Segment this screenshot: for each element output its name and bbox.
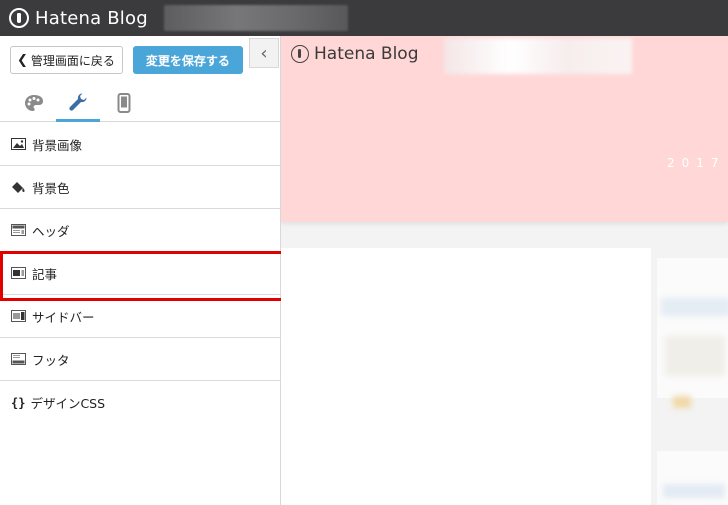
collapse-sidebar-button[interactable]: ‹ (249, 38, 279, 68)
layout-footer-icon (11, 353, 26, 365)
palette-icon (25, 95, 43, 111)
layout-sidebar-icon (11, 310, 26, 322)
blurred-preview-title (444, 38, 632, 74)
menu-item-background-color[interactable]: 背景色 (0, 166, 281, 209)
back-button-label: 管理画面に戻る (30, 53, 115, 68)
menu-item-label: 背景画像 (32, 137, 83, 153)
sidebar-actions: ❮ 管理画面に戻る 変更を保存する (10, 46, 243, 74)
preview-blog-logo[interactable]: Hatena Blog (291, 44, 419, 64)
back-to-admin-button[interactable]: ❮ 管理画面に戻る (10, 46, 123, 74)
wrench-icon (69, 92, 87, 111)
smartphone-icon (117, 93, 131, 113)
menu-item-label: ヘッダ (32, 223, 70, 239)
menu-item-footer[interactable]: フッタ (0, 338, 281, 381)
top-bar: Hatena Blog (0, 0, 728, 36)
braces-icon: {} (11, 395, 26, 410)
brand-name: Hatena Blog (35, 7, 148, 29)
tab-design[interactable] (12, 84, 56, 122)
chevron-left-icon: ‹ (260, 42, 268, 64)
menu-item-design-css[interactable]: {} デザインCSS (0, 381, 281, 424)
tab-customize[interactable] (56, 84, 100, 122)
blurred-blog-title (164, 5, 348, 31)
blurred-sidebar-text (661, 298, 728, 316)
blog-preview: Hatena Blog 2017 (281, 36, 728, 505)
menu-item-article[interactable]: 記事 (0, 251, 287, 301)
menu-item-background-image[interactable]: 背景画像 (0, 123, 281, 166)
tab-smartphone[interactable] (102, 84, 146, 122)
hatena-logo-icon (9, 8, 29, 28)
design-sidebar: ❮ 管理画面に戻る 変更を保存する ‹ 背景画像 背景色 ヘッダ 記事 サイドバ… (0, 36, 287, 505)
blurred-sidebar-text (663, 484, 725, 498)
preview-sidebar-module (657, 258, 728, 398)
menu-item-header[interactable]: ヘッダ (0, 209, 281, 252)
menu-item-label: 記事 (32, 266, 58, 282)
layout-header-icon (11, 224, 26, 236)
menu-item-label: 背景色 (32, 180, 70, 196)
hatena-logo-icon (291, 45, 309, 63)
paint-bucket-icon (12, 182, 25, 193)
chevron-left-icon: ❮ (17, 52, 28, 68)
customize-menu: 背景画像 背景色 ヘッダ 記事 サイドバー フッタ {} デザインCSS (0, 123, 287, 424)
preview-date: 2017 (667, 156, 726, 170)
preview-brand-name: Hatena Blog (314, 44, 419, 64)
preview-header: Hatena Blog 2017 (281, 36, 728, 222)
layout-article-icon (11, 267, 26, 279)
save-button-label: 変更を保存する (145, 53, 230, 68)
blurred-sidebar-text (665, 336, 725, 376)
menu-item-sidebar[interactable]: サイドバー (0, 295, 281, 338)
hatena-blog-logo[interactable]: Hatena Blog (9, 6, 148, 30)
menu-item-label: デザインCSS (30, 396, 106, 411)
blurred-sidebar-badge (673, 396, 691, 408)
image-icon (11, 138, 26, 150)
preview-article-area (281, 248, 651, 505)
menu-item-label: フッタ (32, 352, 70, 368)
sidebar-tabs (0, 84, 281, 122)
menu-item-label: サイドバー (32, 309, 95, 325)
save-changes-button[interactable]: 変更を保存する (132, 46, 243, 74)
